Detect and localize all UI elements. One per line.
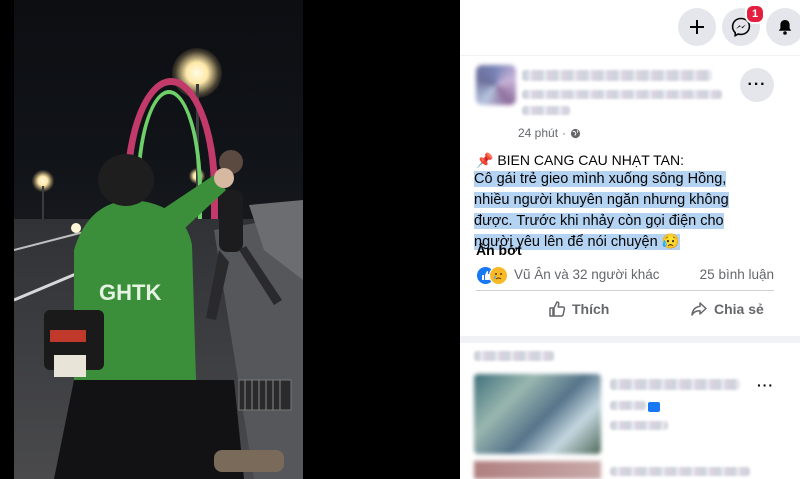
next-post-card: ··· [460,343,800,479]
like-label: Thích [572,301,610,317]
verified-badge-redacted [648,402,660,412]
share-label: Chia sẻ [714,301,764,317]
right-panel: 1 ··· 24 phút · 📌 BIEN CANG CAU NHẠT TAN… [460,0,800,479]
notifications-button[interactable] [766,8,800,46]
post-meta: 24 phút · [518,126,581,140]
reactions-row: Vũ Ân và 32 người khác 25 bình luận [476,264,774,286]
redacted-thumbnail[interactable] [474,374,601,454]
post-title: 📌 BIEN CANG CAU NHẠT TAN: [476,152,685,168]
redacted-line [610,467,750,476]
actions-divider [476,290,774,291]
sad-reaction-icon [489,266,508,285]
post-options-button[interactable]: ··· [740,68,774,102]
video-player[interactable]: GHTK [0,0,460,479]
meta-separator: · [562,126,567,140]
post-time[interactable]: 24 phút [518,126,558,140]
share-button[interactable]: Chia sẻ [690,300,764,318]
video-frame: GHTK [14,0,303,479]
thumbs-up-icon [549,301,566,317]
redacted-thumb-bottom [474,461,601,479]
globe-icon [570,128,581,138]
bell-icon [778,20,792,35]
see-less-link[interactable]: Ẩn bớt [476,242,522,258]
author-info-redacted [522,106,570,115]
comments-count[interactable]: 25 bình luận [700,267,774,282]
reactions-summary[interactable]: Vũ Ân và 32 người khác [514,267,659,282]
messenger-badge: 1 [745,4,765,24]
messenger-button[interactable]: 1 [722,4,765,46]
post-body: Cô gái trẻ gieo mình xuống sông Hồng, nh… [474,169,746,253]
create-button[interactable] [678,8,716,46]
plus-icon [690,20,704,34]
jacket-text: GHTK [99,280,161,305]
author-avatar[interactable] [476,65,516,105]
next-post-options-button[interactable]: ··· [757,377,774,393]
author-info-redacted [522,90,722,99]
scene-figures: GHTK [44,150,284,479]
redacted-subtitle [610,401,646,410]
author-name-redacted [522,70,712,81]
redacted-title [610,379,740,390]
post-body-text: Cô gái trẻ gieo mình xuống sông Hồng, nh… [474,171,729,250]
redacted-line [610,421,668,430]
redacted-header [474,351,554,361]
top-bar: 1 [460,0,800,55]
post-card: ··· 24 phút · 📌 BIEN CANG CAU NHẠT TAN: … [460,56,800,336]
share-icon [691,302,707,316]
like-button[interactable]: Thích [548,300,609,318]
